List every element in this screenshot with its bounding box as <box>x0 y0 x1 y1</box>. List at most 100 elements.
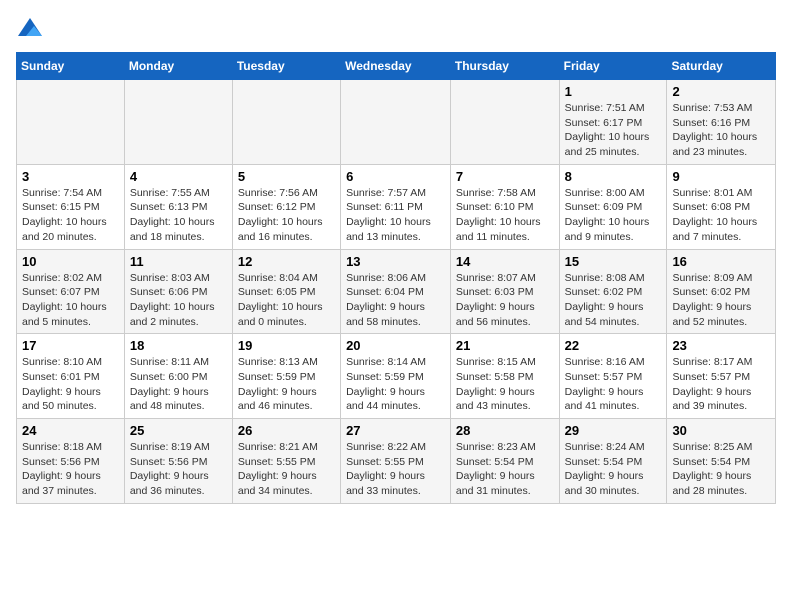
calendar-cell: 10Sunrise: 8:02 AM Sunset: 6:07 PM Dayli… <box>17 249 125 334</box>
col-header-saturday: Saturday <box>667 53 776 80</box>
day-info: Sunrise: 7:54 AM Sunset: 6:15 PM Dayligh… <box>22 186 119 245</box>
calendar-cell: 13Sunrise: 8:06 AM Sunset: 6:04 PM Dayli… <box>341 249 451 334</box>
day-info: Sunrise: 8:16 AM Sunset: 5:57 PM Dayligh… <box>565 355 662 414</box>
day-number: 29 <box>565 423 662 438</box>
day-info: Sunrise: 7:56 AM Sunset: 6:12 PM Dayligh… <box>238 186 335 245</box>
day-info: Sunrise: 8:23 AM Sunset: 5:54 PM Dayligh… <box>456 440 554 499</box>
day-info: Sunrise: 8:25 AM Sunset: 5:54 PM Dayligh… <box>672 440 770 499</box>
calendar-cell: 22 Sunrise: 8:16 AM Sunset: 5:57 PM Dayli… <box>559 334 667 419</box>
calendar-cell: 26 Sunrise: 8:21 AM Sunset: 5:55 PM Dayli… <box>232 419 340 504</box>
col-header-wednesday: Wednesday <box>341 53 451 80</box>
day-number: 28 <box>456 423 554 438</box>
day-info: Sunrise: 7:51 AM Sunset: 6:17 PM Dayligh… <box>565 101 662 160</box>
calendar-cell: 15 Sunrise: 8:08 AM Sunset: 6:02 PM Dayli… <box>559 249 667 334</box>
day-number: 9 <box>672 169 770 184</box>
col-header-thursday: Thursday <box>450 53 559 80</box>
day-number: 11 <box>130 254 227 269</box>
calendar-week-row: 3 Sunrise: 7:54 AM Sunset: 6:15 PM Daylig… <box>17 164 776 249</box>
calendar-cell: 5 Sunrise: 7:56 AM Sunset: 6:12 PM Daylig… <box>232 164 340 249</box>
col-header-tuesday: Tuesday <box>232 53 340 80</box>
calendar-cell: 9 Sunrise: 8:01 AM Sunset: 6:08 PM Daylig… <box>667 164 776 249</box>
day-info: Sunrise: 8:24 AM Sunset: 5:54 PM Dayligh… <box>565 440 662 499</box>
day-number: 25 <box>130 423 227 438</box>
day-number: 19 <box>238 338 335 353</box>
day-number: 7 <box>456 169 554 184</box>
day-number: 5 <box>238 169 335 184</box>
calendar-cell: 3 Sunrise: 7:54 AM Sunset: 6:15 PM Daylig… <box>17 164 125 249</box>
day-number: 22 <box>565 338 662 353</box>
calendar-cell: 27 Sunrise: 8:22 AM Sunset: 5:55 PM Dayli… <box>341 419 451 504</box>
col-header-sunday: Sunday <box>17 53 125 80</box>
day-info: Sunrise: 8:22 AM Sunset: 5:55 PM Dayligh… <box>346 440 445 499</box>
calendar-cell <box>232 80 340 165</box>
calendar-cell: 6Sunrise: 7:57 AM Sunset: 6:11 PM Daylig… <box>341 164 451 249</box>
calendar-cell: 24 Sunrise: 8:18 AM Sunset: 5:56 PM Dayli… <box>17 419 125 504</box>
calendar-cell: 29 Sunrise: 8:24 AM Sunset: 5:54 PM Dayli… <box>559 419 667 504</box>
calendar-cell <box>341 80 451 165</box>
day-info: Sunrise: 7:57 AM Sunset: 6:11 PM Dayligh… <box>346 186 445 245</box>
calendar-cell: 28 Sunrise: 8:23 AM Sunset: 5:54 PM Dayli… <box>450 419 559 504</box>
day-number: 23 <box>672 338 770 353</box>
day-info: Sunrise: 8:21 AM Sunset: 5:55 PM Dayligh… <box>238 440 335 499</box>
calendar-week-row: 1 Sunrise: 7:51 AM Sunset: 6:17 PM Daylig… <box>17 80 776 165</box>
calendar-cell: 12 Sunrise: 8:04 AM Sunset: 6:05 PM Dayli… <box>232 249 340 334</box>
day-number: 20 <box>346 338 445 353</box>
calendar-cell: 21Sunrise: 8:15 AM Sunset: 5:58 PM Dayli… <box>450 334 559 419</box>
day-number: 27 <box>346 423 445 438</box>
day-info: Sunrise: 8:14 AM Sunset: 5:59 PM Dayligh… <box>346 355 445 414</box>
day-info: Sunrise: 8:17 AM Sunset: 5:57 PM Dayligh… <box>672 355 770 414</box>
page-header <box>16 16 776 44</box>
day-info: Sunrise: 7:58 AM Sunset: 6:10 PM Dayligh… <box>456 186 554 245</box>
calendar-week-row: 10Sunrise: 8:02 AM Sunset: 6:07 PM Dayli… <box>17 249 776 334</box>
calendar-cell: 30 Sunrise: 8:25 AM Sunset: 5:54 PM Dayli… <box>667 419 776 504</box>
day-info: Sunrise: 7:53 AM Sunset: 6:16 PM Dayligh… <box>672 101 770 160</box>
calendar-week-row: 24 Sunrise: 8:18 AM Sunset: 5:56 PM Dayli… <box>17 419 776 504</box>
calendar-cell <box>450 80 559 165</box>
day-number: 18 <box>130 338 227 353</box>
day-info: Sunrise: 8:02 AM Sunset: 6:07 PM Dayligh… <box>22 271 119 330</box>
day-number: 15 <box>565 254 662 269</box>
day-info: Sunrise: 8:13 AM Sunset: 5:59 PM Dayligh… <box>238 355 335 414</box>
calendar-cell: 19 Sunrise: 8:13 AM Sunset: 5:59 PM Dayli… <box>232 334 340 419</box>
calendar-table: SundayMondayTuesdayWednesdayThursdayFrid… <box>16 52 776 504</box>
calendar-week-row: 17Sunrise: 8:10 AM Sunset: 6:01 PM Dayli… <box>17 334 776 419</box>
calendar-cell: 16Sunrise: 8:09 AM Sunset: 6:02 PM Dayli… <box>667 249 776 334</box>
day-info: Sunrise: 8:00 AM Sunset: 6:09 PM Dayligh… <box>565 186 662 245</box>
col-header-friday: Friday <box>559 53 667 80</box>
calendar-cell: 1 Sunrise: 7:51 AM Sunset: 6:17 PM Daylig… <box>559 80 667 165</box>
day-number: 30 <box>672 423 770 438</box>
day-info: Sunrise: 8:03 AM Sunset: 6:06 PM Dayligh… <box>130 271 227 330</box>
day-info: Sunrise: 8:11 AM Sunset: 6:00 PM Dayligh… <box>130 355 227 414</box>
day-number: 24 <box>22 423 119 438</box>
calendar-cell: 18 Sunrise: 8:11 AM Sunset: 6:00 PM Dayli… <box>124 334 232 419</box>
calendar-cell: 14 Sunrise: 8:07 AM Sunset: 6:03 PM Dayli… <box>450 249 559 334</box>
calendar-cell: 17Sunrise: 8:10 AM Sunset: 6:01 PM Dayli… <box>17 334 125 419</box>
day-info: Sunrise: 8:07 AM Sunset: 6:03 PM Dayligh… <box>456 271 554 330</box>
day-number: 3 <box>22 169 119 184</box>
day-info: Sunrise: 8:18 AM Sunset: 5:56 PM Dayligh… <box>22 440 119 499</box>
calendar-cell <box>17 80 125 165</box>
day-info: Sunrise: 8:01 AM Sunset: 6:08 PM Dayligh… <box>672 186 770 245</box>
calendar-cell: 7 Sunrise: 7:58 AM Sunset: 6:10 PM Daylig… <box>450 164 559 249</box>
calendar-cell <box>124 80 232 165</box>
day-number: 13 <box>346 254 445 269</box>
day-number: 1 <box>565 84 662 99</box>
logo <box>16 16 48 44</box>
calendar-cell: 8 Sunrise: 8:00 AM Sunset: 6:09 PM Daylig… <box>559 164 667 249</box>
day-info: Sunrise: 8:19 AM Sunset: 5:56 PM Dayligh… <box>130 440 227 499</box>
calendar-cell: 2 Sunrise: 7:53 AM Sunset: 6:16 PM Daylig… <box>667 80 776 165</box>
col-header-monday: Monday <box>124 53 232 80</box>
day-info: Sunrise: 8:04 AM Sunset: 6:05 PM Dayligh… <box>238 271 335 330</box>
day-number: 14 <box>456 254 554 269</box>
day-number: 12 <box>238 254 335 269</box>
calendar-cell: 11 Sunrise: 8:03 AM Sunset: 6:06 PM Dayli… <box>124 249 232 334</box>
day-number: 26 <box>238 423 335 438</box>
day-number: 4 <box>130 169 227 184</box>
day-info: Sunrise: 8:09 AM Sunset: 6:02 PM Dayligh… <box>672 271 770 330</box>
day-info: Sunrise: 8:08 AM Sunset: 6:02 PM Dayligh… <box>565 271 662 330</box>
day-number: 2 <box>672 84 770 99</box>
day-info: Sunrise: 7:55 AM Sunset: 6:13 PM Dayligh… <box>130 186 227 245</box>
logo-icon <box>16 16 44 44</box>
calendar-cell: 4 Sunrise: 7:55 AM Sunset: 6:13 PM Daylig… <box>124 164 232 249</box>
day-number: 8 <box>565 169 662 184</box>
